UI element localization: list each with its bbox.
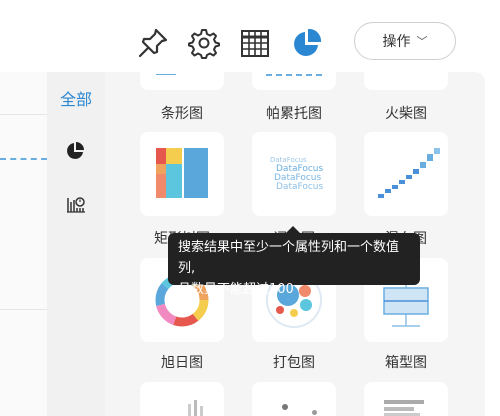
treemap-thumbnail — [156, 148, 208, 198]
operations-button[interactable]: 操作 ﹀ — [354, 22, 456, 60]
tooltip: 搜索结果中至少一个属性列和一个数值列, 且数量不能超过100 — [168, 233, 420, 297]
table-icon[interactable] — [238, 26, 272, 60]
matchstick-chart-card[interactable] — [364, 60, 448, 90]
wordcloud-chart-card[interactable]: DataFocus DataFocus DataFocus DataFocus — [252, 132, 336, 216]
divider — [0, 114, 47, 115]
chart-card[interactable] — [252, 382, 336, 416]
scroll-gutter — [486, 72, 500, 416]
operations-label: 操作 — [382, 34, 411, 50]
pin-icon[interactable] — [136, 26, 170, 60]
bar-chart-card[interactable] — [140, 60, 224, 90]
waterfall-thumbnail — [378, 148, 440, 198]
chart-label: 条形图 — [161, 106, 203, 122]
gear-icon[interactable] — [187, 26, 221, 60]
chart-card[interactable] — [364, 382, 448, 416]
pie-chart-icon[interactable] — [290, 26, 324, 60]
tooltip-line: 且数量不能超过100 — [178, 282, 294, 297]
wordcloud-word: DataFocus — [276, 182, 324, 192]
pie-category-icon[interactable] — [65, 141, 85, 161]
divider — [0, 309, 47, 310]
chart-label: 火柴图 — [385, 106, 427, 122]
chart-label: 旭日图 — [161, 355, 203, 371]
treemap-chart-card[interactable] — [140, 132, 224, 216]
wordcloud-word: DataFocus — [270, 156, 307, 164]
background-page — [0, 72, 47, 416]
tooltip-line: 搜索结果中至少一个属性列和一个数值列, — [178, 240, 400, 276]
chart-label: 箱型图 — [385, 355, 427, 371]
category-sidebar — [47, 72, 105, 416]
chart-label: 打包图 — [273, 355, 315, 371]
chart-label: 帕累托图 — [266, 106, 322, 122]
chart-card[interactable] — [140, 382, 224, 416]
pareto-chart-card[interactable] — [252, 60, 336, 90]
background-chart-line — [0, 158, 47, 160]
chevron-down-icon: ﹀ — [416, 35, 428, 48]
stats-category-icon[interactable] — [66, 194, 86, 214]
waterfall-chart-card[interactable] — [364, 132, 448, 216]
tooltip-arrow — [286, 226, 300, 233]
category-all[interactable]: 全部 — [47, 86, 105, 110]
